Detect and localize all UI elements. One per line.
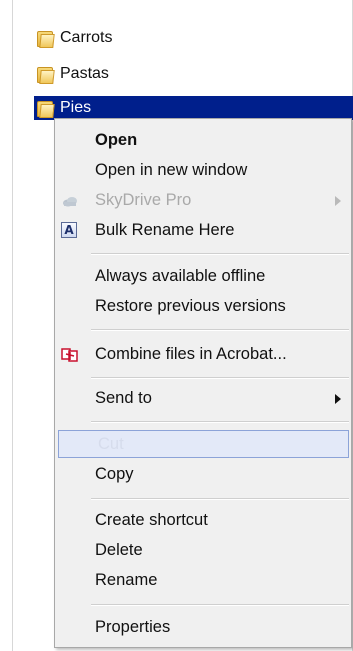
- menu-item-label: Properties: [95, 618, 171, 636]
- file-list: Carrots Pastas Pies: [0, 0, 353, 130]
- menu-item-label: Always available offline: [95, 267, 266, 285]
- menu-item-label: Open in new window: [95, 161, 248, 179]
- file-name: Pastas: [60, 65, 109, 82]
- menu-item-copy[interactable]: Copy: [56, 461, 350, 489]
- menu-item-label: Copy: [95, 465, 134, 483]
- menu-item-bulk-rename[interactable]: A Bulk Rename Here: [56, 217, 350, 245]
- menu-separator: [91, 329, 349, 331]
- menu-separator: [91, 498, 349, 500]
- menu-item-always-offline[interactable]: Always available offline: [56, 263, 350, 291]
- menu-item-properties[interactable]: Properties: [56, 614, 350, 642]
- folder-icon: [36, 30, 55, 48]
- menu-separator: [91, 421, 349, 423]
- context-menu: Open Open in new window SkyDrive Pro A B…: [54, 118, 352, 648]
- menu-item-create-shortcut[interactable]: Create shortcut: [56, 507, 350, 535]
- folder-icon: [36, 100, 55, 118]
- file-item-pies[interactable]: Pies: [34, 96, 353, 120]
- menu-item-send-to[interactable]: Send to: [56, 385, 350, 413]
- submenu-arrow-icon: [335, 394, 341, 404]
- menu-item-label: Cut: [98, 435, 124, 453]
- file-name: Carrots: [60, 29, 113, 46]
- menu-item-label: Bulk Rename Here: [95, 221, 235, 239]
- menu-item-label: Combine files in Acrobat...: [95, 345, 287, 363]
- skydrive-cloud-icon: [61, 192, 79, 210]
- menu-item-label: Delete: [95, 541, 143, 559]
- menu-item-label: Restore previous versions: [95, 297, 286, 315]
- menu-item-skydrive-pro[interactable]: SkyDrive Pro: [56, 187, 350, 215]
- menu-item-label: SkyDrive Pro: [95, 191, 192, 209]
- file-item-pastas[interactable]: Pastas: [36, 61, 109, 87]
- file-name: Pies: [60, 99, 92, 116]
- menu-item-cut[interactable]: Cut: [58, 430, 349, 458]
- menu-separator: [91, 253, 349, 255]
- file-item-carrots[interactable]: Carrots: [36, 25, 112, 51]
- bulk-rename-icon: A: [61, 222, 79, 240]
- menu-separator: [91, 377, 349, 379]
- folder-icon: [36, 66, 55, 84]
- acrobat-combine-icon: [61, 346, 79, 364]
- menu-item-combine-acrobat[interactable]: Combine files in Acrobat...: [56, 341, 350, 369]
- menu-item-label: Send to: [95, 389, 152, 407]
- menu-item-open-new-window[interactable]: Open in new window: [56, 157, 350, 185]
- menu-item-open[interactable]: Open: [56, 127, 350, 155]
- menu-item-label: Rename: [95, 571, 158, 589]
- menu-item-restore-versions[interactable]: Restore previous versions: [56, 293, 350, 321]
- menu-item-label: Open: [95, 131, 138, 149]
- menu-item-delete[interactable]: Delete: [56, 537, 350, 565]
- menu-item-rename[interactable]: Rename: [56, 567, 350, 595]
- menu-separator: [91, 604, 349, 606]
- submenu-arrow-icon: [335, 196, 341, 206]
- menu-item-label: Create shortcut: [95, 511, 208, 529]
